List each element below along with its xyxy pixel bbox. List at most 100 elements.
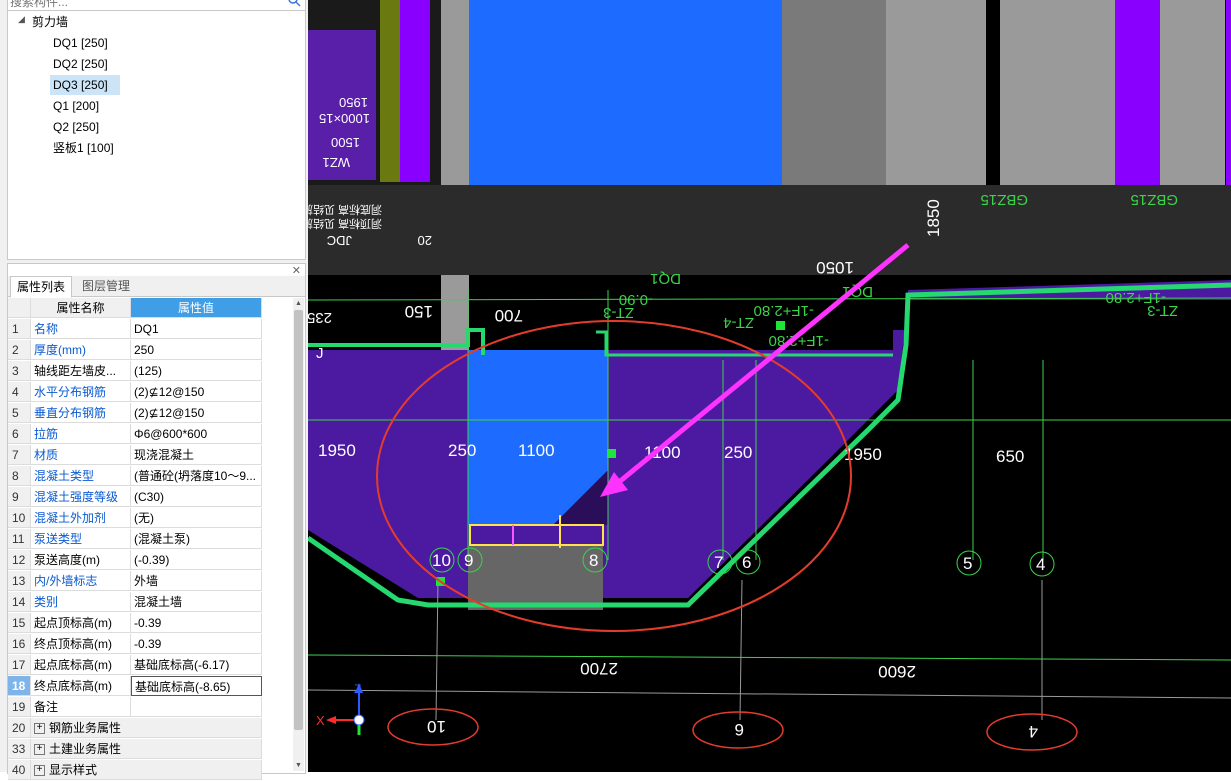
tree-item-label: DQ1 [250] <box>53 36 108 50</box>
grid-header: 属性名称 属性值 <box>8 298 293 319</box>
row-number: 17 <box>8 655 31 675</box>
property-name: 厚度(mm) <box>31 340 131 360</box>
property-value[interactable] <box>131 697 262 717</box>
property-name: 起点底标高(m) <box>31 655 131 675</box>
row-number: 5 <box>8 403 31 423</box>
tree-root-shear-wall[interactable]: 剪力墙 <box>32 12 68 32</box>
tree-item-dq1[interactable]: DQ1 [250] <box>50 33 111 53</box>
triad-x-label: X <box>316 713 325 728</box>
scroll-up-arrow-icon[interactable]: ▲ <box>293 298 304 309</box>
property-row[interactable]: 8 混凝土类型 (普通砼(坍落度10～9... <box>8 466 293 487</box>
property-row[interactable]: 14 类别 混凝土墙 <box>8 592 293 613</box>
property-name: + 土建业务属性 <box>31 739 262 759</box>
search-icon[interactable] <box>287 0 301 7</box>
header-property-name: 属性名称 <box>31 298 131 318</box>
property-name: 起点顶标高(m) <box>31 613 131 633</box>
property-row[interactable]: 12 泵送高度(m) (-0.39) <box>8 550 293 571</box>
tab-property-list[interactable]: 属性列表 <box>10 276 73 298</box>
property-value[interactable]: 混凝土墙 <box>131 592 262 612</box>
property-value[interactable]: -0.39 <box>131 634 262 654</box>
property-name: 备注 <box>31 697 131 717</box>
property-row[interactable]: 40 + 显示样式 <box>8 760 293 781</box>
tree-root-label: 剪力墙 <box>32 15 69 29</box>
tab-label: 属性列表 <box>17 280 66 294</box>
property-value[interactable]: Φ6@600*600 <box>131 424 262 444</box>
property-row[interactable]: 1 名称 DQ1 <box>8 319 293 340</box>
property-name-text: 起点底标高(m) <box>34 658 112 672</box>
tree-item-q1[interactable]: Q1 [200] <box>50 96 102 116</box>
property-row[interactable]: 13 内/外墙标志 外墙 <box>8 571 293 592</box>
tree-item-dq3[interactable]: DQ3 [250] <box>50 75 120 95</box>
property-row[interactable]: 20 + 钢筋业务属性 <box>8 718 293 739</box>
property-row[interactable]: 16 终点顶标高(m) -0.39 <box>8 634 293 655</box>
property-value[interactable]: 基础底标高(-8.65) <box>131 676 262 696</box>
property-value[interactable]: (混凝土泵) <box>131 529 262 549</box>
svg-text:洞顶标高 见结施: 洞顶标高 见结施 <box>308 217 382 231</box>
property-value[interactable]: (-0.39) <box>131 550 262 570</box>
vertical-scrollbar[interactable]: ▲ ▼ <box>293 298 304 771</box>
axis-lines <box>308 579 1231 721</box>
svg-text:150: 150 <box>405 302 433 321</box>
tree-item-q2[interactable]: Q2 [250] <box>50 117 102 137</box>
row-number: 16 <box>8 634 31 654</box>
property-value[interactable]: 基础底标高(-6.17) <box>131 655 262 675</box>
property-value[interactable]: (无) <box>131 508 262 528</box>
left-panel: ◢ 剪力墙 DQ1 [250] DQ2 [250] DQ3 [250] Q1 [… <box>0 0 308 780</box>
collapse-triangle-icon[interactable]: ◢ <box>18 14 25 25</box>
column-grey <box>441 0 469 350</box>
expand-plus-icon[interactable]: + <box>34 765 45 777</box>
green-grip[interactable] <box>607 449 616 458</box>
property-value[interactable]: (普通砼(坍落度10～9... <box>131 466 262 486</box>
property-row[interactable]: 10 混凝土外加剂 (无) <box>8 508 293 529</box>
property-value[interactable]: 外墙 <box>131 571 262 591</box>
property-row[interactable]: 18 终点底标高(m) 基础底标高(-8.65) <box>8 676 293 697</box>
property-name-text: 材质 <box>34 448 59 462</box>
row-number: 12 <box>8 550 31 570</box>
property-name: 轴线距左墙皮... <box>31 361 131 381</box>
drawing-canvas[interactable]: 1950 250 1100 1100 250 1950 650 10 9 8 7… <box>308 0 1231 772</box>
property-value[interactable]: (2)⊈12@150 <box>131 382 262 402</box>
property-value[interactable]: 250 <box>131 340 262 360</box>
violet-column <box>1115 0 1160 190</box>
search-input[interactable] <box>10 0 280 10</box>
property-name-text: 混凝土类型 <box>34 469 95 483</box>
tab-layer-management[interactable]: 图层管理 <box>76 276 136 296</box>
property-row[interactable]: 9 混凝土强度等级 (C30) <box>8 487 293 508</box>
property-name-text: 显示样式 <box>49 763 98 777</box>
property-row[interactable]: 6 拉筋 Φ6@600*600 <box>8 424 293 445</box>
property-row[interactable]: 4 水平分布钢筋 (2)⊈12@150 <box>8 382 293 403</box>
property-value[interactable]: (C30) <box>131 487 262 507</box>
property-name-text: 备注 <box>34 700 59 714</box>
svg-text:1850: 1850 <box>924 199 943 237</box>
row-number: 20 <box>8 718 31 738</box>
green-grip-3[interactable] <box>776 321 785 330</box>
tree-item-dq2[interactable]: DQ2 [250] <box>50 54 111 74</box>
property-value[interactable]: (2)⊈12@150 <box>131 403 262 423</box>
property-row[interactable]: 17 起点底标高(m) 基础底标高(-6.17) <box>8 655 293 676</box>
property-row[interactable]: 19 备注 <box>8 697 293 718</box>
property-row[interactable]: 15 起点顶标高(m) -0.39 <box>8 613 293 634</box>
property-value[interactable]: -0.39 <box>131 613 262 633</box>
property-row[interactable]: 7 材质 现浇混凝土 <box>8 445 293 466</box>
row-number: 10 <box>8 508 31 528</box>
tree-item-vertical-slab[interactable]: 竖板1 [100] <box>50 138 117 158</box>
property-row[interactable]: 3 轴线距左墙皮... (125) <box>8 361 293 382</box>
expand-plus-icon[interactable]: + <box>34 744 45 756</box>
property-name: 终点底标高(m) <box>31 676 131 696</box>
grey-column-pair <box>1000 0 1115 190</box>
svg-text:WZ1: WZ1 <box>323 155 350 170</box>
property-value[interactable]: (125) <box>131 361 262 381</box>
scroll-thumb[interactable] <box>294 310 303 730</box>
property-row[interactable]: 5 垂直分布钢筋 (2)⊈12@150 <box>8 403 293 424</box>
property-name: + 显示样式 <box>31 760 262 780</box>
property-value[interactable]: DQ1 <box>131 319 262 339</box>
expand-plus-icon[interactable]: + <box>34 723 45 735</box>
scroll-down-arrow-icon[interactable]: ▼ <box>293 760 304 771</box>
cad-viewport[interactable]: 1950 250 1100 1100 250 1950 650 10 9 8 7… <box>308 0 1231 772</box>
property-value[interactable]: 现浇混凝土 <box>131 445 262 465</box>
svg-text:1500: 1500 <box>331 135 360 150</box>
property-row[interactable]: 33 + 土建业务属性 <box>8 739 293 760</box>
property-row[interactable]: 11 泵送类型 (混凝土泵) <box>8 529 293 550</box>
properties-panel: ✕ 属性列表 图层管理 属性名称 属性值 1 名称 DQ1 2 厚度(mm) 250 3 轴线距左… <box>7 263 306 780</box>
property-row[interactable]: 2 厚度(mm) 250 <box>8 340 293 361</box>
